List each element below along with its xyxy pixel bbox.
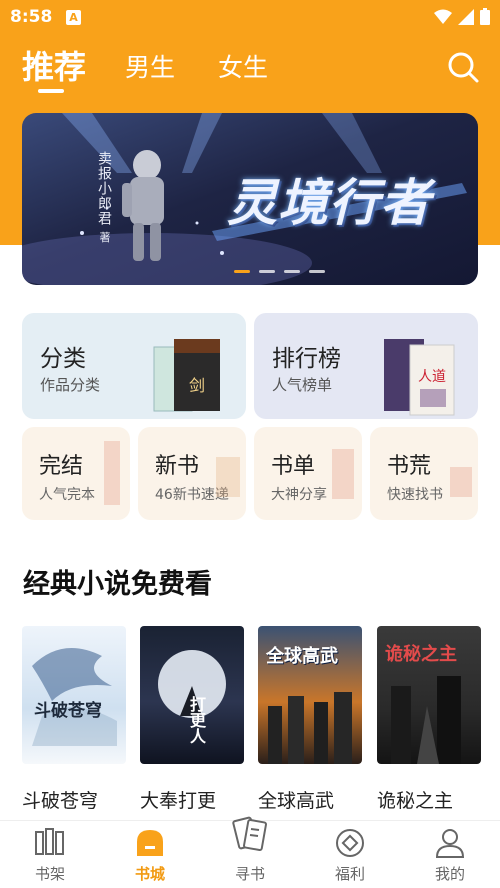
cover-title: 全球高武 — [266, 646, 338, 667]
status-bar: 8:58 A — [0, 0, 500, 34]
card-decoration-icon — [332, 449, 354, 499]
card-decoration-icon — [450, 467, 472, 497]
book-cover: 斗破苍穹 — [22, 626, 126, 764]
profile-icon — [435, 829, 465, 858]
card-subtitle: 人气完本 — [39, 487, 95, 503]
svg-text:人道: 人道 — [418, 369, 446, 385]
signal-icon — [458, 8, 474, 25]
pager-dot — [234, 270, 250, 273]
tab-female[interactable]: 女生 — [218, 48, 268, 84]
pager-dot — [259, 270, 275, 273]
card-title: 新书 — [155, 454, 200, 479]
section-title: 经典小说免费看 — [23, 569, 212, 600]
tab-male[interactable]: 男生 — [125, 48, 175, 84]
completed-card[interactable]: 完结 人气完本 — [22, 427, 130, 520]
nav-label: 书城 — [134, 865, 165, 883]
tab-recommend[interactable]: 推荐 — [22, 42, 86, 88]
active-tab-indicator — [38, 89, 64, 93]
nav-label: 书架 — [34, 865, 65, 883]
new-books-card[interactable]: 新书 46新书速递 — [138, 427, 246, 520]
nav-profile[interactable]: 我的 — [400, 821, 500, 888]
card-title: 书单 — [271, 454, 316, 479]
bookshelf-icon — [35, 828, 64, 855]
welfare-icon — [336, 829, 364, 857]
nav-bookshelf[interactable]: 书架 — [0, 821, 100, 888]
card-decoration-icon — [216, 457, 240, 497]
search-icon[interactable] — [446, 50, 480, 84]
find-book-icon — [232, 816, 267, 852]
banner-author: 卖报小郎君 著 — [96, 151, 112, 244]
category-card[interactable]: 分类 作品分类 剑 — [22, 313, 246, 419]
booklist-card[interactable]: 书单 大神分享 — [254, 427, 362, 520]
pager-dot — [309, 270, 325, 273]
book-item[interactable]: 打更人 大奉打更 — [140, 626, 244, 812]
cover-title: 斗破苍穹 — [34, 701, 102, 721]
bookstore-icon — [137, 830, 163, 856]
book-item[interactable]: 全球高武 全球高武 — [258, 626, 362, 812]
notification-icon: A — [66, 10, 81, 25]
card-decoration-icon — [104, 441, 120, 505]
status-time: 8:58 — [10, 7, 53, 27]
card-title: 完结 — [39, 454, 84, 479]
card-subtitle: 人气榜单 — [272, 376, 333, 394]
bottom-navigation: 书架 书城 寻书 福利 我的 — [0, 816, 500, 888]
banner-title: 灵境行者 — [227, 174, 431, 232]
wifi-icon — [434, 9, 452, 24]
card-subtitle: 快速找书 — [387, 487, 443, 503]
status-icons — [434, 8, 490, 25]
book-famine-card[interactable]: 书荒 快速找书 — [370, 427, 478, 520]
cover-title: 打更人 — [187, 696, 206, 744]
card-title: 排行榜 — [272, 346, 341, 372]
card-subtitle: 作品分类 — [40, 376, 101, 394]
battery-icon — [480, 8, 490, 25]
nav-label: 我的 — [434, 865, 465, 883]
card-title: 书荒 — [387, 454, 432, 479]
banner-pager-dots — [234, 270, 325, 273]
nav-welfare[interactable]: 福利 — [300, 821, 400, 888]
card-subtitle: 大神分享 — [271, 487, 327, 503]
book-cover: 打更人 — [140, 626, 244, 764]
book-name: 诡秘之主 — [377, 790, 454, 812]
book-stack-icon: 剑 — [153, 339, 220, 412]
cover-title: 诡秘之主 — [385, 644, 457, 665]
pager-dot — [284, 270, 300, 273]
book-name: 全球高武 — [258, 790, 335, 812]
nav-bookstore[interactable]: 书城 — [100, 821, 200, 888]
book-cover: 诡秘之主 — [377, 626, 481, 764]
nav-label: 福利 — [334, 865, 365, 883]
nav-find-book[interactable]: 寻书 — [200, 816, 300, 888]
nav-label: 寻书 — [234, 865, 265, 883]
book-cover: 全球高武 — [258, 626, 362, 764]
book-stack-icon: 人道 — [384, 339, 455, 416]
promo-banner[interactable]: 卖报小郎君 著 灵境行者 — [22, 113, 478, 285]
book-name: 斗破苍穹 — [22, 790, 99, 812]
book-item[interactable]: 斗破苍穹 斗破苍穹 — [22, 626, 126, 812]
card-title: 分类 — [40, 346, 86, 372]
svg-text:剑: 剑 — [189, 376, 205, 395]
book-name: 大奉打更 — [140, 790, 217, 812]
ranking-card[interactable]: 排行榜 人气榜单 人道 — [254, 313, 478, 419]
book-item[interactable]: 诡秘之主 诡秘之主 — [377, 626, 481, 812]
top-tabs: 推荐 男生 女生 — [0, 42, 500, 93]
